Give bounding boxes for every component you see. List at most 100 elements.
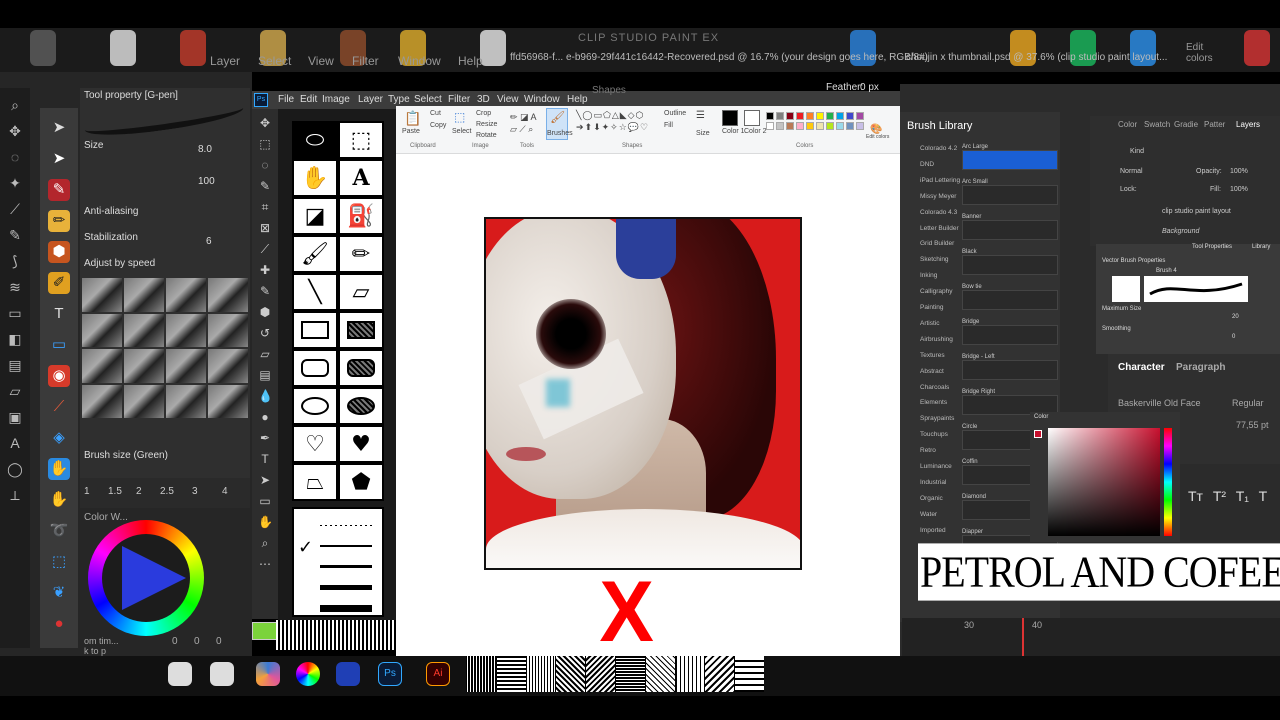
palette-swatch[interactable] [846,122,854,130]
size-button[interactable]: Size [696,130,710,137]
menu-item-filter[interactable]: Filter [352,54,379,68]
brush-category-item[interactable]: Charcoals [920,384,949,391]
brush-preset-preview[interactable] [962,325,1058,345]
rounded-square-icon[interactable] [168,662,192,686]
line-width-option[interactable] [320,585,372,590]
brush-preset[interactable] [166,313,206,347]
marquee-tool-icon[interactable]: ⬚ [258,137,272,151]
brush-category-item[interactable]: iPad Lettering [920,177,960,184]
ps-menu-help[interactable]: Help [567,94,588,105]
palette-swatch[interactable] [786,122,794,130]
free-select-icon[interactable]: ⬭ [292,121,338,159]
fill-dropdown[interactable]: Fill [664,122,673,129]
brush-category-item[interactable]: Painting [920,304,944,311]
palette-swatch[interactable] [806,122,814,130]
size-tick[interactable]: 1 [84,486,90,497]
stamp-tool-icon[interactable]: ⬢ [48,241,70,263]
line-width-option[interactable] [320,525,372,526]
brush-preset-preview[interactable] [962,360,1058,380]
brush-category-item[interactable]: Spraypaints [920,415,954,422]
brush-preset[interactable] [208,349,248,383]
palette-swatch[interactable] [766,112,774,120]
move-tool-icon[interactable]: ✥ [258,116,272,130]
stabilization-value[interactable]: 6 [206,236,212,247]
heart-icon[interactable]: ♡ [292,425,338,463]
brush-preset[interactable] [208,384,248,418]
tab-color[interactable]: Color [1118,120,1137,129]
brush-preset[interactable] [208,278,248,312]
airbrush-icon[interactable]: ≋ [6,278,24,296]
ps-menu-filter[interactable]: Filter [448,94,470,105]
foreground-swatch[interactable] [1034,430,1042,438]
paint-bucket-icon[interactable]: ◉ [48,365,70,387]
ruler-icon[interactable]: ⟂ [6,486,24,504]
filled-rectangle-icon[interactable] [338,311,384,349]
ps-menu-3d[interactable]: 3D [477,94,490,105]
size-tick[interactable]: 1.5 [108,486,122,497]
brush-tool-icon[interactable]: ✎ [48,179,70,201]
palette-swatch[interactable] [796,112,804,120]
tab-library[interactable]: Library [1252,244,1270,250]
more-icon[interactable]: ⋯ [258,557,272,571]
quick-select-icon[interactable]: ✎ [258,179,272,193]
menu-item-window[interactable]: Window [398,54,441,68]
color1-swatch[interactable] [722,110,738,126]
pencil-icon[interactable]: ✏ [338,235,384,273]
brush-tip-preview[interactable] [1112,276,1140,302]
dropper-icon[interactable]: ⟋ [48,396,70,418]
arrow-cursor-icon[interactable]: ➤ [48,117,70,139]
layer-name[interactable]: clip studio paint layout [1162,208,1231,215]
palette-swatch[interactable] [856,122,864,130]
figure-icon[interactable]: ▱ [6,382,24,400]
brush-category-item[interactable]: Airbrushing [920,336,953,343]
brush-preset[interactable] [124,278,164,312]
blend-mode-select[interactable]: Normal [1120,168,1143,175]
brush-category-item[interactable]: Missy Meyer [920,193,956,200]
brush-preset[interactable] [82,278,122,312]
marker-tool-icon[interactable]: ✐ [48,272,70,294]
brush-preset[interactable] [124,384,164,418]
palette-swatch[interactable] [846,112,854,120]
pattern-swatch[interactable] [466,656,496,692]
brush-preset-preview[interactable] [962,290,1058,310]
line-width-picker[interactable]: ✓ [292,507,384,617]
size-tick[interactable]: 2 [136,486,142,497]
rectangle-tool-icon[interactable]: ▭ [48,334,70,356]
size-value[interactable]: 8.0 [198,144,212,155]
menu-item-select[interactable]: Select [258,54,291,68]
palette-swatch[interactable] [816,122,824,130]
palette-swatch[interactable] [836,122,844,130]
clip-studio-app-icon[interactable] [336,662,360,686]
tab-paragraph[interactable]: Paragraph [1176,362,1225,373]
opacity-value[interactable]: 100% [1230,168,1248,175]
brush-category-item[interactable]: Calligraphy [920,288,953,295]
pattern-swatch[interactable] [734,656,764,692]
brush-preset-preview[interactable] [962,255,1058,275]
paste-icon[interactable]: 📋 [404,110,421,127]
brush-category-item[interactable]: DND [920,161,934,168]
smoothing-value[interactable]: 0 [1232,334,1235,340]
text-icon[interactable]: A [6,434,24,452]
eyedropper-icon[interactable]: ⟋ [6,200,24,218]
zoom-icon[interactable]: ⌕ [6,96,24,114]
ps-menu-image[interactable]: Image [322,94,350,105]
fill-value[interactable]: 100% [1230,186,1248,193]
brush-preset[interactable] [124,349,164,383]
document-tab[interactable]: ffd56968-f... e-b969-29f441c16442-Recove… [510,52,928,63]
balloon-icon[interactable]: ◯ [6,460,24,478]
magic-wand-icon[interactable]: ✦ [6,174,24,192]
healing-icon[interactable]: ✚ [258,263,272,277]
text-icon[interactable]: A [338,159,384,197]
palette-swatch[interactable] [836,112,844,120]
type-tool-icon[interactable]: T [48,303,70,325]
brush-preset[interactable] [166,384,206,418]
pattern-swatch[interactable] [674,656,705,692]
smudge-icon[interactable]: ✋ [48,458,70,480]
ps-menu-view[interactable]: View [497,94,519,105]
brush-category-item[interactable]: Water [920,511,937,518]
menu-item-help[interactable]: Help [458,54,483,68]
brush-category-item[interactable]: Imported [920,527,946,534]
select-button[interactable]: Select [452,128,471,135]
polygon-icon[interactable]: ⏢ [292,463,338,501]
palette-swatch[interactable] [856,112,864,120]
